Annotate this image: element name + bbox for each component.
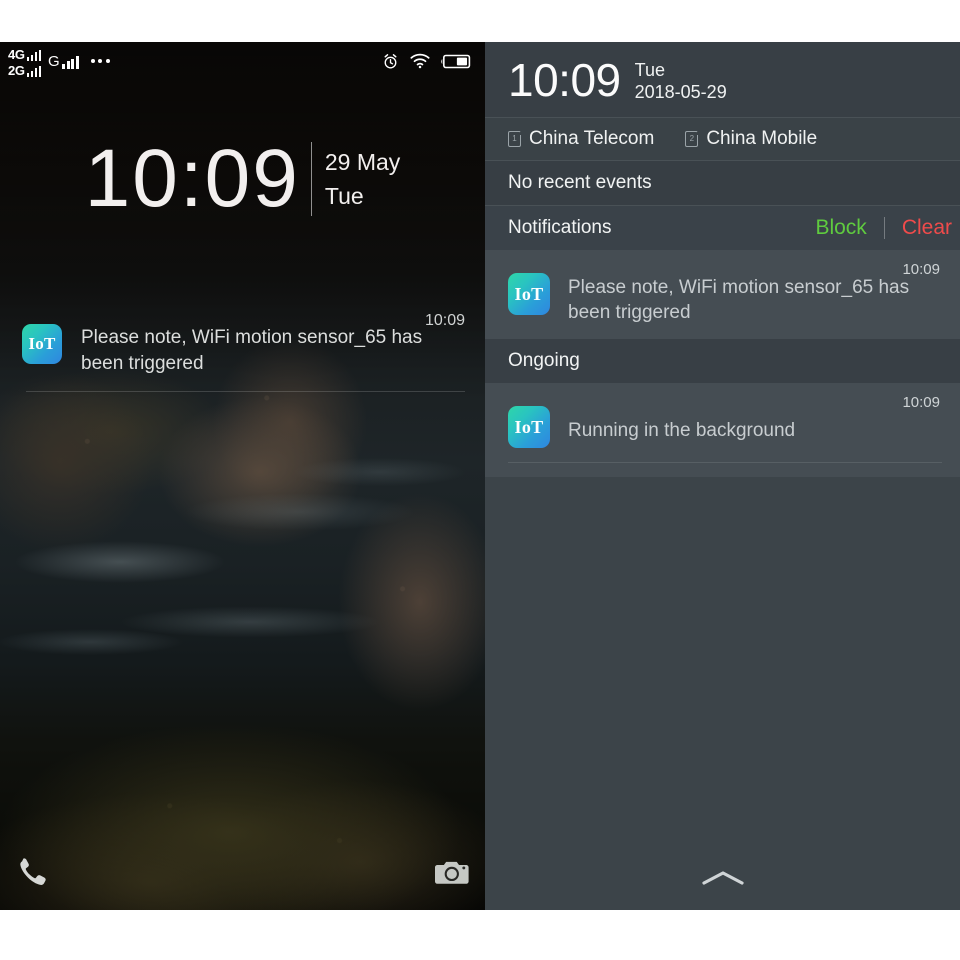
notification-card-text: Please note, WiFi motion sensor_65 has b… xyxy=(568,277,910,323)
wifi-icon xyxy=(410,53,430,69)
sim-carrier-2-label: China Mobile xyxy=(706,128,818,149)
notifications-header-row: Notifications Block Clear xyxy=(485,206,960,250)
iot-app-icon: IoT xyxy=(22,324,62,364)
shade-time: 10:09 xyxy=(508,53,621,106)
phone-icon xyxy=(20,858,46,885)
iot-app-icon: IoT xyxy=(508,406,550,448)
sim1-network-label: 4G xyxy=(8,46,25,62)
notification-card-time: 10:09 xyxy=(902,261,940,278)
ongoing-label: Ongoing xyxy=(508,350,580,371)
notification-actions: Block Clear xyxy=(798,216,960,240)
block-button[interactable]: Block xyxy=(798,216,883,240)
lock-date-block: 29 May Tue xyxy=(324,148,401,209)
lock-weekday: Tue xyxy=(324,182,364,209)
shade-body: 1 China Telecom 2 China Mobile No recent… xyxy=(485,118,960,910)
signal-bars-icon xyxy=(26,65,42,77)
notification-shade-panel: 10:09 Tue 2018-05-29 1 China Telecom 2 C… xyxy=(485,42,960,910)
chevron-up-icon xyxy=(701,871,744,885)
ongoing-card-body: IoT Running in the background xyxy=(485,393,960,448)
sim1-signal: 4G xyxy=(8,46,42,62)
ongoing-card-time: 10:09 xyxy=(902,394,940,411)
ongoing-card[interactable]: 10:09 IoT Running in the background xyxy=(485,383,960,477)
clock-divider xyxy=(310,142,312,216)
signal-bars-icon xyxy=(62,55,79,69)
sim-carrier-2: 2 China Mobile xyxy=(685,128,817,150)
lock-date: 29 May xyxy=(324,148,401,175)
ongoing-header-row: Ongoing xyxy=(485,339,960,383)
recent-events-row[interactable]: No recent events xyxy=(485,161,960,205)
sim3-network-label: G xyxy=(48,52,60,70)
lock-time: 10:09 xyxy=(84,133,300,224)
sim2-signal: 2G xyxy=(8,62,42,78)
recent-events-label: No recent events xyxy=(508,172,652,193)
more-dots-icon xyxy=(90,59,110,63)
notification-card[interactable]: 10:09 IoT Please note, WiFi motion senso… xyxy=(485,250,960,339)
sim3-signal: G xyxy=(48,54,79,69)
collapse-shade-button[interactable] xyxy=(485,868,960,888)
sim2-network-label: 2G xyxy=(8,62,25,78)
dual-sim-signal-group: 4G 2G xyxy=(8,46,42,78)
notifications-label: Notifications xyxy=(508,217,612,238)
sim-card-icon: 1 xyxy=(508,131,521,147)
battery-icon xyxy=(441,54,471,68)
shade-empty-area xyxy=(485,477,960,910)
lock-notification-text: Please note, WiFi motion sensor_65 has b… xyxy=(81,327,423,374)
shade-header: 10:09 Tue 2018-05-29 xyxy=(485,42,960,117)
camera-shortcut[interactable] xyxy=(435,857,471,892)
status-bar: 4G 2G G xyxy=(0,42,485,80)
ongoing-card-text: Running in the background xyxy=(568,420,796,441)
status-bar-right xyxy=(382,53,471,70)
signal-bars-icon xyxy=(26,49,42,61)
sim-card-icon: 2 xyxy=(685,131,699,147)
alarm-clock-icon xyxy=(384,53,397,68)
notification-card-body: IoT Please note, WiFi motion sensor_65 h… xyxy=(485,260,960,325)
clear-button[interactable]: Clear xyxy=(885,216,960,240)
lock-notification-row: IoT Please note, WiFi motion sensor_65 h… xyxy=(22,310,469,377)
sim-carrier-row: 1 China Telecom 2 China Mobile xyxy=(485,118,960,160)
shade-weekday: Tue xyxy=(634,59,665,80)
lock-screen-panel: 4G 2G G 10:09 29 May Tue 10:09 IoT Pleas… xyxy=(0,42,485,910)
shade-date: 2018-05-29 xyxy=(634,81,727,102)
sim-carrier-1-label: China Telecom xyxy=(529,128,655,149)
lock-clock: 10:09 29 May Tue xyxy=(0,138,485,220)
lock-notification-time: 10:09 xyxy=(424,312,465,329)
sim-carrier-1: 1 China Telecom xyxy=(508,128,654,150)
lock-notification[interactable]: 10:09 IoT Please note, WiFi motion senso… xyxy=(0,300,485,392)
status-bar-left: 4G 2G G xyxy=(8,46,110,77)
screenshot-canvas: 4G 2G G 10:09 29 May Tue 10:09 IoT Pleas… xyxy=(0,0,960,960)
shade-date-block: Tue 2018-05-29 xyxy=(635,58,727,102)
lock-notification-divider xyxy=(26,391,465,392)
phone-shortcut[interactable] xyxy=(14,855,48,894)
ongoing-card-divider xyxy=(508,462,942,463)
camera-icon xyxy=(435,861,469,884)
iot-app-icon: IoT xyxy=(508,273,550,315)
